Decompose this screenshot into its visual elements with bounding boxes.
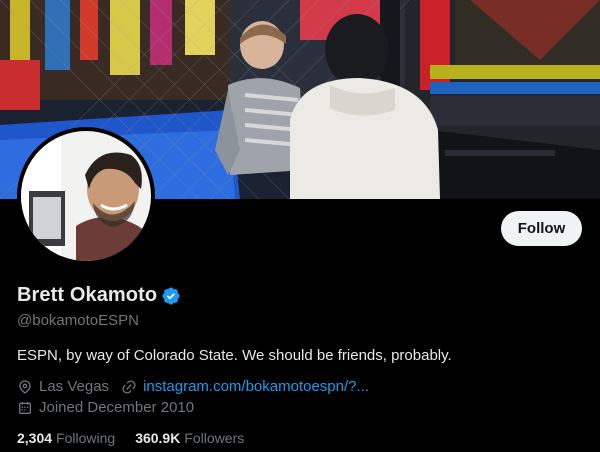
profile-joined-row: Joined December 2010	[17, 399, 194, 416]
profile-name-row: Brett Okamoto	[17, 284, 181, 307]
location-pin-icon	[17, 379, 33, 395]
profile-meta-row: Las Vegas instagram.com/bokamotoespn/?..…	[17, 378, 369, 395]
location-text: Las Vegas	[39, 378, 110, 395]
display-name: Brett Okamoto	[17, 284, 158, 306]
avatar-photo	[21, 131, 151, 261]
following-stat[interactable]: 2,304 Following	[17, 430, 115, 446]
link-icon	[121, 379, 137, 395]
profile-avatar[interactable]	[17, 127, 155, 265]
verified-badge-icon[interactable]	[161, 286, 181, 306]
followers-label: Followers	[184, 430, 245, 446]
following-label: Following	[56, 430, 116, 446]
calendar-icon	[17, 400, 33, 416]
profile-handle: @bokamotoESPN	[17, 312, 139, 329]
profile-stats: 2,304 Following 360.9K Followers	[17, 430, 264, 446]
following-count: 2,304	[17, 430, 53, 446]
followers-stat[interactable]: 360.9K Followers	[135, 430, 244, 446]
website-link[interactable]: instagram.com/bokamotoespn/?...	[143, 378, 369, 395]
profile-bio: ESPN, by way of Colorado State. We shoul…	[17, 347, 452, 364]
joined-date: Joined December 2010	[39, 399, 195, 416]
follow-button[interactable]: Follow	[501, 211, 582, 246]
followers-count: 360.9K	[135, 430, 181, 446]
